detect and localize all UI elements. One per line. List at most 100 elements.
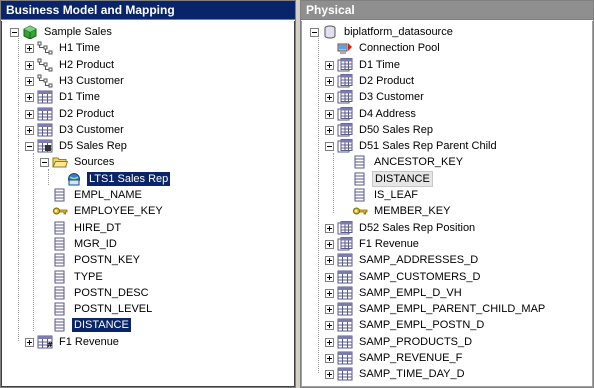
tree-node-d1-time[interactable]: D1 Time (25, 89, 102, 105)
expand-icon[interactable] (25, 60, 34, 70)
tree-node-samp-empl-d-vh[interactable]: SAMP_EMPL_D_VH (325, 285, 464, 301)
tree-node-distance[interactable]: DISTANCE (40, 317, 132, 333)
physical-tree[interactable]: biplatform_datasource Connection Pool D1 T… (301, 21, 593, 387)
column-icon (52, 188, 68, 202)
tree-node-d52-sales-rep-position[interactable]: D52 Sales Rep Position (325, 220, 477, 236)
business-model-tree[interactable]: Sample Sales H1 Time H2 Product H3 Customer… (1, 21, 295, 387)
tree-node-d1-time[interactable]: D1 Time (325, 57, 402, 73)
tree-node-label: POSTN_KEY (74, 254, 141, 266)
tree-node-root[interactable]: Sample Sales (10, 24, 114, 40)
tree-node-sources[interactable]: Sources (40, 154, 116, 170)
expand-icon[interactable] (325, 92, 334, 102)
tree-node-label: SAMP_EMPL_D_VH (359, 287, 462, 299)
expand-icon[interactable] (325, 125, 334, 135)
physical-table-icon (337, 253, 353, 267)
expand-icon[interactable] (325, 60, 334, 70)
tree-node-type[interactable]: TYPE (40, 269, 105, 285)
tree-node-d3-customer[interactable]: D3 Customer (325, 89, 426, 105)
expand-icon[interactable] (325, 272, 334, 282)
logical-table-icon (37, 107, 53, 121)
tree-node-label: H3 Customer (59, 75, 124, 87)
tree-node-label: D1 Time (359, 59, 400, 71)
tree-node-mgr-id[interactable]: MGR_ID (40, 236, 119, 252)
collapse-icon[interactable] (310, 27, 319, 37)
expand-icon[interactable] (25, 43, 34, 53)
tree-node-d4-address[interactable]: D4 Address (325, 106, 418, 122)
tree-node-label: EMPL_NAME (74, 189, 142, 201)
tree-node-d2-product[interactable]: D2 Product (325, 73, 416, 89)
expand-icon[interactable] (325, 288, 334, 298)
tree-node-root[interactable]: biplatform_datasource (310, 24, 455, 40)
expand-icon[interactable] (25, 109, 34, 119)
tree-node-samp-products-d[interactable]: SAMP_PRODUCTS_D (325, 334, 474, 350)
expand-icon[interactable] (25, 337, 34, 347)
tree-node-member-key[interactable]: MEMBER_KEY (340, 203, 452, 219)
tree-node-label: H2 Product (59, 59, 115, 71)
expand-icon[interactable] (325, 353, 334, 363)
tree-node-is-leaf[interactable]: IS_LEAF (340, 187, 420, 203)
alias-table-icon (337, 107, 353, 121)
tree-node-label: MGR_ID (74, 238, 117, 250)
connection-pool-icon (337, 41, 353, 55)
tree-node-samp-revenue-f[interactable]: SAMP_REVENUE_F (325, 350, 464, 366)
tree-node-h3-customer[interactable]: H3 Customer (25, 73, 126, 89)
expand-icon[interactable] (325, 304, 334, 314)
tree-node-d50-sales-rep[interactable]: D50 Sales Rep (325, 122, 435, 138)
tree-node-label: Connection Pool (359, 42, 440, 54)
collapse-icon[interactable] (10, 27, 19, 37)
expand-icon[interactable] (325, 255, 334, 265)
expand-icon[interactable] (325, 320, 334, 330)
expand-icon[interactable] (325, 76, 334, 86)
expand-icon[interactable] (25, 76, 34, 86)
expand-icon[interactable] (325, 239, 334, 249)
tree-node-label: D4 Address (359, 108, 416, 120)
tree-node-lts1-sales-rep[interactable]: LTS1 Sales Rep (55, 171, 171, 187)
tree-node-hire-dt[interactable]: HIRE_DT (40, 220, 123, 236)
logical-table-key-icon (37, 139, 53, 153)
business-model-panel: Business Model and Mapping Sample Sales H… (0, 0, 296, 388)
tree-node-empl-name[interactable]: EMPL_NAME (40, 187, 144, 203)
tree-node-label: MEMBER_KEY (374, 205, 451, 217)
column-icon (52, 318, 68, 332)
tree-node-d51-sales-rep-parent-child[interactable]: D51 Sales Rep Parent Child (325, 138, 499, 154)
expand-icon[interactable] (25, 92, 34, 102)
tree-node-label: H1 Time (59, 42, 100, 54)
physical-table-icon (337, 335, 353, 349)
collapse-icon[interactable] (325, 141, 334, 151)
tree-node-samp-addresses-d[interactable]: SAMP_ADDRESSES_D (325, 252, 480, 268)
tree-node-postn-key[interactable]: POSTN_KEY (40, 252, 142, 268)
collapse-icon[interactable] (25, 141, 34, 151)
expand-icon[interactable] (25, 125, 34, 135)
expand-icon[interactable] (325, 337, 334, 347)
tree-node-employee-key[interactable]: EMPLOYEE_KEY (40, 203, 165, 219)
tree-node-d5-sales-rep[interactable]: D5 Sales Rep (25, 138, 129, 154)
expand-icon[interactable] (325, 223, 334, 233)
tree-node-f1-revenue[interactable]: F1 Revenue (25, 334, 121, 350)
collapse-icon[interactable] (40, 157, 49, 167)
tree-node-label: D52 Sales Rep Position (359, 222, 476, 234)
tree-node-connection-pool[interactable]: Connection Pool (325, 40, 442, 56)
expand-icon[interactable] (325, 369, 334, 379)
tree-node-postn-level[interactable]: POSTN_LEVEL (40, 301, 154, 317)
tree-node-samp-time-day-d[interactable]: SAMP_TIME_DAY_D (325, 366, 467, 382)
tree-node-ancestor-key[interactable]: ANCESTOR_KEY (340, 154, 465, 170)
tree-node-distance[interactable]: DISTANCE (340, 171, 433, 187)
tree-node-samp-empl-postn-d[interactable]: SAMP_EMPL_POSTN_D (325, 317, 486, 333)
expand-icon[interactable] (325, 109, 334, 119)
tree-node-samp-customers-d[interactable]: SAMP_CUSTOMERS_D (325, 269, 482, 285)
tree-node-d3-customer[interactable]: D3 Customer (25, 122, 126, 138)
tree-node-f1-revenue[interactable]: F1 Revenue (325, 236, 421, 252)
tree-node-h1-time[interactable]: H1 Time (25, 40, 102, 56)
tree-node-h2-product[interactable]: H2 Product (25, 57, 116, 73)
tree-node-d2-product[interactable]: D2 Product (25, 106, 116, 122)
tree-node-label: SAMP_EMPL_PARENT_CHILD_MAP (359, 303, 546, 315)
tree-node-samp-empl-parent-child-map[interactable]: SAMP_EMPL_PARENT_CHILD_MAP (325, 301, 547, 317)
tree-node-postn-desc[interactable]: POSTN_DESC (40, 285, 151, 301)
